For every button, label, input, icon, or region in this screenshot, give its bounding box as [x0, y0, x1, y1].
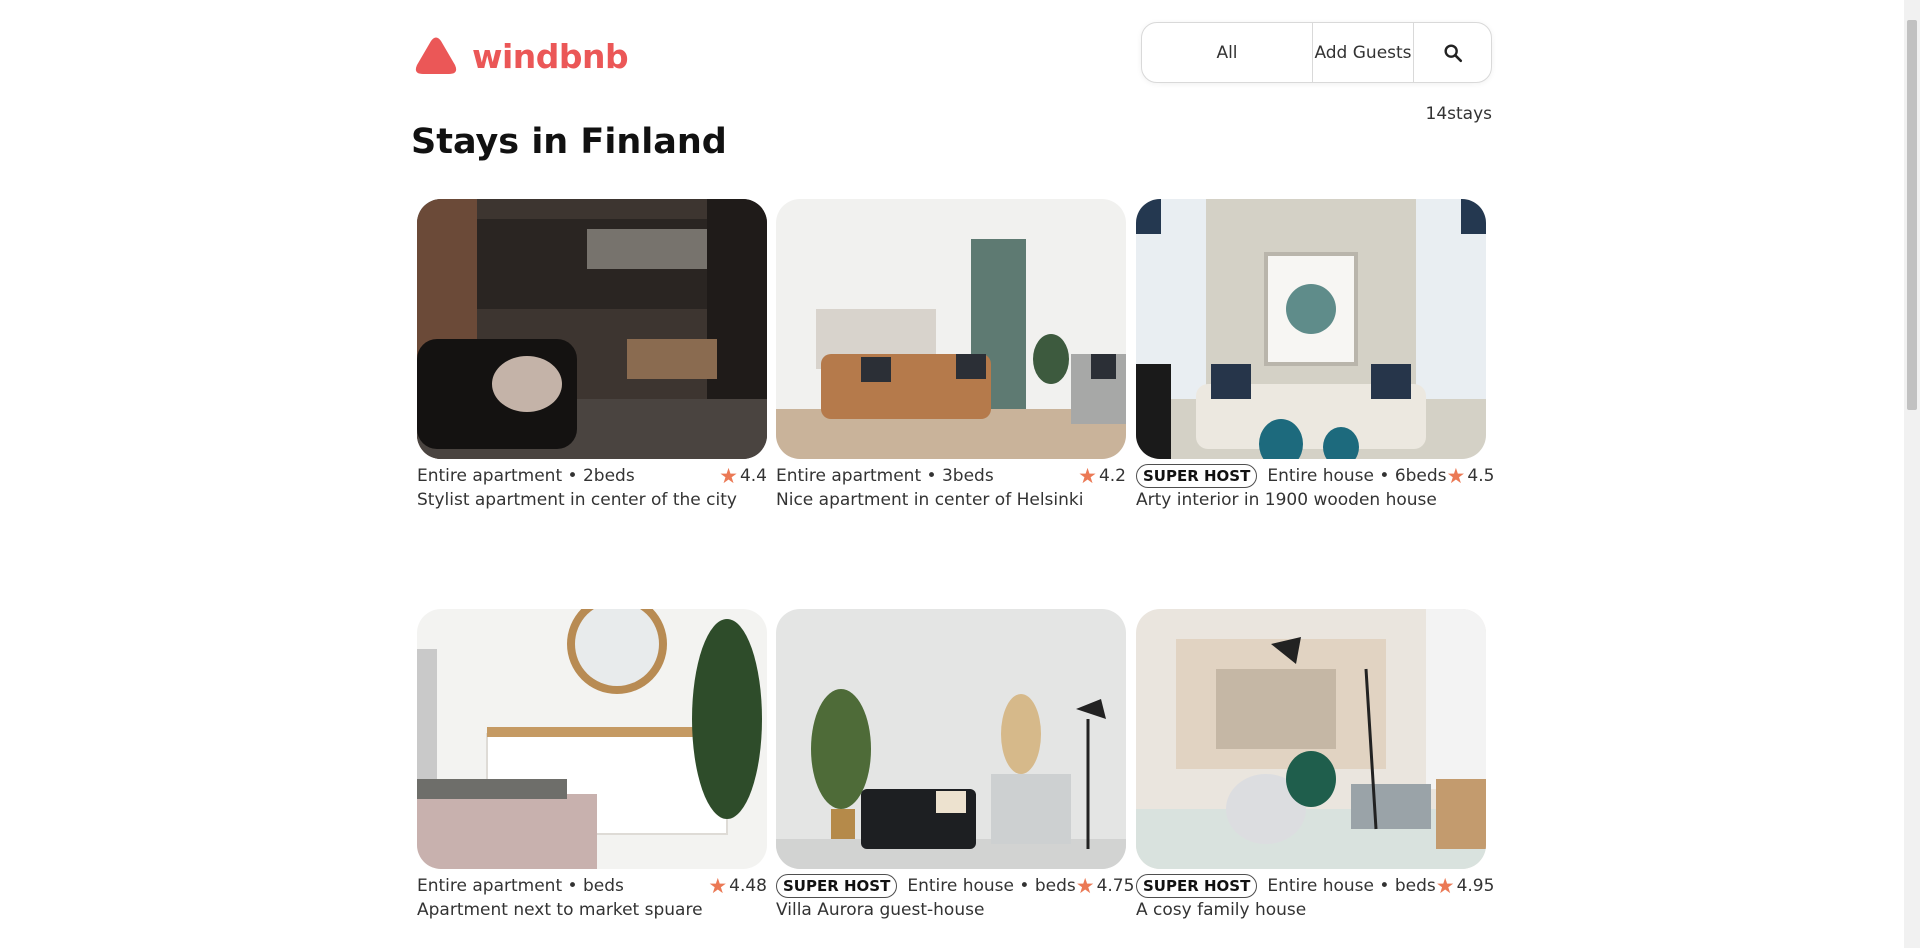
- stay-title: Apartment next to market spuare: [417, 900, 703, 920]
- star-icon: ★: [1446, 463, 1466, 488]
- stay-title: Nice apartment in center of Helsinki: [776, 490, 1084, 510]
- star-icon: ★: [719, 463, 738, 488]
- stay-photo[interactable]: [776, 199, 1126, 459]
- stay-rating: ★ 4.48: [708, 873, 767, 898]
- stay-rating: ★ 4.95: [1435, 873, 1495, 898]
- super-host-badge: SUPER HOST: [1136, 464, 1258, 488]
- rating-value: 4.48: [729, 876, 767, 896]
- page-title: Stays in Finland: [411, 122, 727, 162]
- location-button[interactable]: All: [1142, 23, 1313, 82]
- stay-card[interactable]: SUPER HOST Entire house • beds ★ 4.95 A …: [1136, 609, 1494, 920]
- stay-type: Entire house • 6beds: [1267, 466, 1447, 486]
- stay-photo[interactable]: [1136, 609, 1486, 869]
- rating-value: 4.2: [1098, 466, 1126, 486]
- stay-title: A cosy family house: [1136, 900, 1307, 920]
- stay-rating: ★ 4.2: [1078, 463, 1126, 488]
- stay-info: SUPER HOST Entire house • 6beds ★ 4.5: [1136, 463, 1494, 489]
- stay-info: SUPER HOST Entire house • beds ★ 4.75: [776, 873, 1134, 899]
- stay-photo[interactable]: [776, 609, 1126, 869]
- stay-type: Entire apartment • beds: [417, 876, 624, 896]
- stay-card[interactable]: Entire apartment • 2beds ★ 4.4 Stylist a…: [417, 199, 767, 510]
- stay-title: Arty interior in 1900 wooden house: [1136, 490, 1437, 510]
- star-icon: ★: [708, 873, 728, 898]
- page: windbnb All Add Guests 14stays Stays in …: [0, 0, 1904, 948]
- super-host-badge: SUPER HOST: [776, 874, 898, 898]
- stay-photo[interactable]: [1136, 199, 1486, 459]
- stay-type: Entire apartment • 3beds: [776, 466, 994, 486]
- stay-card[interactable]: SUPER HOST Entire house • beds ★ 4.75 Vi…: [776, 609, 1134, 920]
- windbnb-logo[interactable]: windbnb: [414, 36, 629, 76]
- stay-title: Villa Aurora guest-house: [776, 900, 985, 920]
- search-bar: All Add Guests: [1141, 22, 1492, 83]
- stay-rating: ★ 4.75: [1075, 873, 1135, 898]
- stay-type: Entire house • beds: [907, 876, 1076, 896]
- stays-count: 14stays: [1425, 104, 1493, 124]
- star-icon: ★: [1075, 873, 1095, 898]
- stay-info: Entire apartment • beds ★ 4.48: [417, 873, 767, 899]
- rating-value: 4.95: [1456, 876, 1495, 896]
- star-icon: ★: [1078, 463, 1097, 488]
- stay-info: Entire apartment • 2beds ★ 4.4: [417, 463, 767, 489]
- stay-type: Entire house • beds: [1267, 876, 1436, 896]
- rating-value: 4.75: [1096, 876, 1135, 896]
- stay-title: Stylist apartment in center of the city: [417, 490, 737, 510]
- search-button[interactable]: [1414, 23, 1491, 82]
- super-host-badge: SUPER HOST: [1136, 874, 1258, 898]
- stay-rating: ★ 4.4: [719, 463, 767, 488]
- search-icon: [1443, 43, 1462, 62]
- stay-rating: ★ 4.5: [1446, 463, 1495, 488]
- stay-info: SUPER HOST Entire house • beds ★ 4.95: [1136, 873, 1494, 899]
- stay-type: Entire apartment • 2beds: [417, 466, 635, 486]
- page-scrollbar[interactable]: [1904, 0, 1920, 948]
- rating-value: 4.4: [739, 466, 767, 486]
- add-guests-button[interactable]: Add Guests: [1313, 23, 1414, 82]
- star-icon: ★: [1435, 873, 1455, 898]
- stay-card[interactable]: SUPER HOST Entire house • 6beds ★ 4.5 Ar…: [1136, 199, 1494, 510]
- logo-triangle-icon: [415, 37, 457, 74]
- logo-text: windbnb: [472, 36, 629, 76]
- stay-card[interactable]: Entire apartment • beds ★ 4.48 Apartment…: [417, 609, 767, 920]
- scrollbar-thumb[interactable]: [1907, 20, 1917, 410]
- stay-photo[interactable]: [417, 609, 767, 869]
- stay-card[interactable]: Entire apartment • 3beds ★ 4.2 Nice apar…: [776, 199, 1126, 510]
- stay-info: Entire apartment • 3beds ★ 4.2: [776, 463, 1126, 489]
- stay-photo[interactable]: [417, 199, 767, 459]
- rating-value: 4.5: [1467, 466, 1495, 486]
